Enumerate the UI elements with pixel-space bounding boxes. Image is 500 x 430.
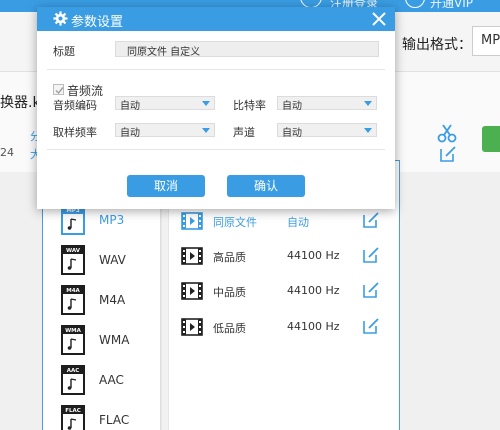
audio-stream-checkbox[interactable] xyxy=(53,84,64,95)
edit-icon[interactable] xyxy=(361,245,381,265)
title-input[interactable]: 同原文件 自定义 xyxy=(115,41,379,58)
quality-row[interactable]: 中品质 44100 Hz xyxy=(181,280,391,304)
bitrate-label: 比特率 xyxy=(233,99,266,112)
edit-icon[interactable] xyxy=(361,210,381,230)
film-icon xyxy=(181,212,203,230)
output-format-label: 输出格式： xyxy=(402,37,472,53)
quality-row[interactable]: 高品质 44100 Hz xyxy=(181,245,391,269)
gear-icon xyxy=(53,11,68,26)
sample-rate-value: 自动 xyxy=(120,128,140,139)
film-icon xyxy=(181,318,203,336)
format-label: MP3 xyxy=(99,213,125,227)
format-item-flac[interactable]: FLAC FLAC xyxy=(61,405,161,430)
mp3-file-icon: MP3 xyxy=(61,205,85,235)
confirm-button[interactable]: 确认 xyxy=(227,175,305,197)
format-item-mp3[interactable]: MP3 MP3 xyxy=(61,205,161,241)
format-item-wav[interactable]: WAV WAV xyxy=(61,245,161,281)
quality-rate: 44100 Hz xyxy=(287,249,340,262)
cancel-button[interactable]: 取消 xyxy=(127,175,205,197)
quality-row[interactable]: 低品质 44100 Hz xyxy=(181,316,391,340)
quality-name: 同原文件 xyxy=(213,216,257,229)
format-item-aac[interactable]: AAC AAC xyxy=(61,365,161,401)
dialog-title-bar: 参数设置 xyxy=(37,7,395,31)
title-label: 标题 xyxy=(53,45,75,58)
divider xyxy=(47,69,385,70)
quality-rate: 自动 xyxy=(287,216,309,229)
chevron-down-icon xyxy=(364,101,372,106)
edit-icon[interactable] xyxy=(361,316,381,336)
edit-icon[interactable] xyxy=(438,144,458,164)
bitrate-value: 自动 xyxy=(282,101,302,112)
quality-name: 高品质 xyxy=(213,251,246,264)
quality-rate: 44100 Hz xyxy=(287,284,340,297)
convert-button[interactable] xyxy=(482,126,500,152)
wma-file-icon: WMA xyxy=(61,325,85,355)
channel-select[interactable]: 自动 xyxy=(277,123,377,139)
file-type-text: WMA xyxy=(65,328,82,334)
quality-name: 低品质 xyxy=(213,322,246,335)
edit-icon[interactable] xyxy=(361,280,381,300)
quality-row[interactable]: 同原文件 自动 xyxy=(181,210,391,234)
flac-file-icon: FLAC xyxy=(61,405,85,430)
output-format-select[interactable]: MP xyxy=(472,26,500,56)
chevron-down-icon xyxy=(202,128,210,133)
sample-rate-select[interactable]: 自动 xyxy=(115,123,215,139)
channel-label: 声道 xyxy=(233,126,255,139)
audio-codec-value: 自动 xyxy=(120,101,140,112)
file-type-text: FLAC xyxy=(65,408,81,414)
vip-icon[interactable] xyxy=(405,0,425,8)
film-icon xyxy=(181,247,203,265)
audio-codec-select[interactable]: 自动 xyxy=(115,96,215,112)
format-label: AAC xyxy=(99,373,124,387)
sample-rate-label: 取样频率 xyxy=(53,126,97,139)
format-label: WAV xyxy=(99,253,126,267)
m4a-file-icon: M4A xyxy=(61,285,85,315)
file-number: 24 xyxy=(0,146,14,159)
format-label: M4A xyxy=(99,293,126,307)
quality-name: 中品质 xyxy=(213,286,246,299)
bitrate-select[interactable]: 自动 xyxy=(277,96,377,112)
file-type-text: AAC xyxy=(67,368,80,374)
scissors-icon[interactable] xyxy=(436,122,458,144)
file-name: 换器.k xyxy=(0,95,41,111)
channel-value: 自动 xyxy=(282,128,302,139)
vip-link[interactable]: 开通VIP xyxy=(430,0,473,11)
divider xyxy=(47,149,385,150)
format-label: FLAC xyxy=(99,413,130,427)
format-item-m4a[interactable]: M4A M4A xyxy=(61,285,161,321)
parameter-settings-dialog: 参数设置 标题 同原文件 自定义 音频流 音频编码 自动 比特率 自动 取样频率… xyxy=(37,7,395,209)
wav-file-icon: WAV xyxy=(61,245,85,275)
format-label: WMA xyxy=(99,333,130,347)
chevron-down-icon xyxy=(364,128,372,133)
film-icon xyxy=(181,282,203,300)
dialog-title: 参数设置 xyxy=(71,15,124,30)
close-icon[interactable] xyxy=(371,11,387,27)
file-type-text: WAV xyxy=(66,248,81,254)
check-icon xyxy=(55,87,64,95)
format-item-wma[interactable]: WMA WMA xyxy=(61,325,161,361)
aac-file-icon: AAC xyxy=(61,365,85,395)
chevron-down-icon xyxy=(202,101,210,106)
quality-rate: 44100 Hz xyxy=(287,320,340,333)
audio-codec-label: 音频编码 xyxy=(53,99,97,112)
file-type-text: M4A xyxy=(66,288,80,294)
